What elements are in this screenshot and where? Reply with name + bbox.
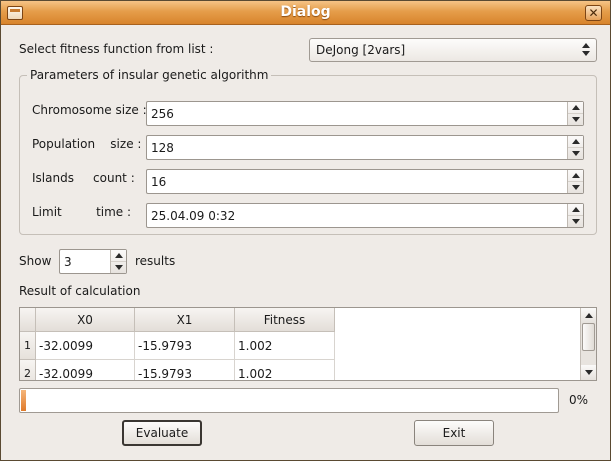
islands-count-label: Islands count : xyxy=(32,171,135,185)
table-cell[interactable]: -32.0099 xyxy=(36,332,135,360)
dialog-window: Dialog ✕ Select fitness function from li… xyxy=(0,0,611,461)
spin-up-icon[interactable] xyxy=(568,204,583,215)
row-header[interactable]: 2 xyxy=(20,360,36,380)
window-title: Dialog xyxy=(280,4,331,20)
spin-up-icon[interactable] xyxy=(568,136,583,147)
row-header[interactable]: 1 xyxy=(20,332,36,360)
spin-down-icon[interactable] xyxy=(111,261,126,272)
chromosome-size-spinbox[interactable]: 256 xyxy=(146,101,584,126)
population-size-spinbox[interactable]: 128 xyxy=(146,135,584,160)
limit-time-label: Limit time : xyxy=(32,205,132,219)
fitness-label: Select fitness function from list : xyxy=(19,42,214,56)
islands-count-spinbox[interactable]: 16 xyxy=(146,169,584,194)
table-cell[interactable]: 1.002 xyxy=(235,332,335,360)
combo-arrows-icon xyxy=(580,41,592,59)
results-suffix-label: results xyxy=(135,254,176,268)
evaluate-button[interactable]: Evaluate xyxy=(122,420,202,446)
results-count-spinbox[interactable]: 3 xyxy=(59,249,127,274)
scrollbar-thumb[interactable] xyxy=(582,323,595,351)
show-label: Show xyxy=(19,254,52,268)
progress-bar xyxy=(19,388,559,413)
spin-down-icon[interactable] xyxy=(568,181,583,192)
spin-down-icon[interactable] xyxy=(568,147,583,158)
table-cell[interactable]: 1.002 xyxy=(235,360,335,380)
population-size-label: Population size : xyxy=(32,137,142,151)
table-cell[interactable]: -15.9793 xyxy=(135,332,235,360)
spin-up-icon[interactable] xyxy=(568,170,583,181)
spin-up-icon[interactable] xyxy=(568,102,583,113)
limit-time-value: 25.04.09 0:32 xyxy=(151,209,236,223)
table-vertical-scrollbar[interactable] xyxy=(580,308,596,380)
progress-fill xyxy=(21,390,26,411)
progress-label: 0% xyxy=(569,393,589,407)
spin-down-icon[interactable] xyxy=(568,113,583,124)
results-count-value: 3 xyxy=(64,255,72,269)
column-header-fitness[interactable]: Fitness xyxy=(235,308,335,332)
spin-down-icon[interactable] xyxy=(568,215,583,226)
population-size-value: 128 xyxy=(151,141,174,155)
params-group-title: Parameters of insular genetic algorithm xyxy=(27,68,272,82)
chromosome-size-label: Chromosome size : xyxy=(32,103,147,117)
exit-button[interactable]: Exit xyxy=(414,420,494,446)
table-cell[interactable]: -15.9793 xyxy=(135,360,235,380)
results-table[interactable]: X0 X1 Fitness 1 -32.0099 -15.9793 1.002 … xyxy=(19,307,597,381)
fitness-function-value: DeJong [2vars] xyxy=(316,43,406,57)
scroll-down-icon[interactable] xyxy=(581,365,596,380)
islands-count-value: 16 xyxy=(151,175,167,189)
title-bar[interactable]: Dialog ✕ xyxy=(1,1,610,25)
chromosome-size-value: 256 xyxy=(151,107,174,121)
limit-time-edit[interactable]: 25.04.09 0:32 xyxy=(146,203,584,228)
scroll-up-icon[interactable] xyxy=(581,308,596,323)
fitness-function-select[interactable]: DeJong [2vars] xyxy=(309,38,597,62)
column-header-x0[interactable]: X0 xyxy=(36,308,135,332)
table-cell[interactable]: -32.0099 xyxy=(36,360,135,380)
results-title: Result of calculation xyxy=(19,284,141,298)
column-header-x1[interactable]: X1 xyxy=(135,308,235,332)
spin-up-icon[interactable] xyxy=(111,250,126,261)
close-icon[interactable]: ✕ xyxy=(585,5,602,21)
table-corner[interactable] xyxy=(20,308,36,332)
